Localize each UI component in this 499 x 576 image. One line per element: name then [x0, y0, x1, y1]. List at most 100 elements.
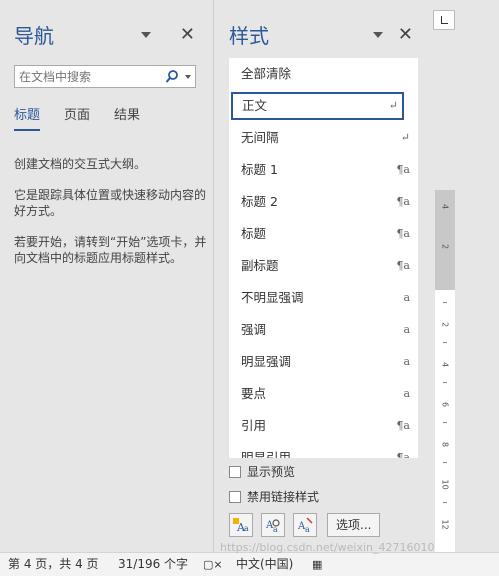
linked-style-icon: ¶a — [396, 451, 410, 458]
proofing-icon[interactable]: ▢⨯ — [203, 553, 223, 576]
ruler-number: 2 — [440, 243, 450, 250]
paragraph-mark-icon: ↵ — [388, 99, 398, 112]
close-icon[interactable]: ✕ — [398, 23, 413, 47]
show-preview-option[interactable]: 显示预览 — [229, 463, 295, 480]
style-item-subtle-emphasis[interactable]: 不明显强调 a — [229, 284, 418, 312]
svg-text:a: a — [244, 524, 249, 533]
style-item-label: 明显强调 — [241, 354, 292, 369]
search-input[interactable] — [15, 66, 155, 88]
styles-pane: 样式 ✕ 全部清除 正文 ↵ 无间隔 ↵ 标题 1 ¶a 标题 2 ¶a 标题 … — [215, 0, 431, 552]
ruler-number: 6 — [440, 401, 450, 408]
style-item-heading-1[interactable]: 标题 1 ¶a — [229, 156, 418, 184]
status-bar: 第 4 页，共 4 页 31/196 个字 ▢⨯ 中文(中国) ▦ — [0, 552, 499, 576]
linked-style-icon: ¶a — [396, 163, 410, 176]
search-icon[interactable] — [165, 69, 179, 85]
linked-style-icon: ¶a — [396, 227, 410, 240]
ruler-tick — [443, 302, 447, 303]
style-item-subtitle[interactable]: 副标题 ¶a — [229, 252, 418, 280]
style-list: 全部清除 正文 ↵ 无间隔 ↵ 标题 1 ¶a 标题 2 ¶a 标题 ¶a 副标… — [229, 58, 418, 458]
help-paragraph: 它是跟踪具体位置或快速移动内容的好方式。 — [14, 188, 207, 218]
style-item-heading-2[interactable]: 标题 2 ¶a — [229, 188, 418, 216]
search-field[interactable] — [14, 65, 196, 88]
help-paragraph: 创建文档的交互式大纲。 — [14, 157, 147, 171]
show-preview-checkbox[interactable] — [229, 465, 241, 478]
macro-record-icon[interactable]: ▦ — [312, 553, 322, 576]
style-item-label: 强调 — [241, 322, 267, 337]
disable-linked-styles-label: 禁用链接样式 — [247, 490, 320, 504]
options-button[interactable]: 选项... — [327, 513, 381, 537]
show-preview-label: 显示预览 — [247, 465, 296, 479]
tab-headings[interactable]: 标题 — [14, 104, 41, 131]
styles-button-row: A a A a A a 选项... — [229, 513, 381, 537]
tab-pages[interactable]: 页面 — [64, 104, 90, 131]
style-inspector-icon: A a — [265, 519, 280, 534]
vertical-ruler-area: 4 2 2 4 6 8 10 12 — [431, 0, 499, 552]
ruler-number: 4 — [440, 203, 450, 210]
ruler-number: 12 — [440, 519, 450, 530]
ruler-tick — [443, 382, 447, 383]
style-inspector-button[interactable]: A a — [261, 513, 285, 537]
character-style-icon: a — [403, 323, 410, 336]
ruler-number: 2 — [440, 321, 450, 328]
style-item-label: 引用 — [241, 418, 267, 433]
ruler-number: 4 — [440, 361, 450, 368]
pane-options-icon[interactable] — [141, 32, 151, 38]
disable-linked-styles-checkbox[interactable] — [229, 490, 241, 503]
style-item-label: 要点 — [241, 386, 267, 401]
page-count[interactable]: 第 4 页，共 4 页 — [8, 553, 99, 576]
help-paragraph: 若要开始，请转到“开始”选项卡，并向文档中的标题应用标题样式。 — [14, 235, 207, 265]
navigation-help-text: 创建文档的交互式大纲。 它是跟踪具体位置或快速移动内容的好方式。 若要开始，请转… — [14, 156, 210, 281]
manage-styles-button[interactable]: A a — [293, 513, 317, 537]
linked-style-icon: ¶a — [396, 419, 410, 432]
character-style-icon: a — [403, 291, 410, 304]
style-item-label: 无间隔 — [241, 130, 279, 145]
style-item-intense-emphasis[interactable]: 明显强调 a — [229, 348, 418, 376]
style-item-label: 副标题 — [241, 258, 279, 273]
close-icon[interactable]: ✕ — [180, 23, 195, 47]
character-style-icon: a — [403, 355, 410, 368]
ruler-tick — [443, 422, 447, 423]
style-item-strong[interactable]: 要点 a — [229, 380, 418, 408]
tab-selector-icon[interactable] — [433, 10, 455, 30]
style-item-label: 正文 — [242, 98, 268, 113]
style-item-label: 明显引用 — [241, 450, 292, 458]
language[interactable]: 中文(中国) — [236, 553, 293, 576]
style-item-label: 全部清除 — [241, 66, 292, 81]
navigation-title: 导航 — [14, 24, 54, 48]
style-item-clear-all[interactable]: 全部清除 — [229, 60, 418, 88]
ruler-tick — [443, 462, 447, 463]
linked-style-icon: ¶a — [396, 259, 410, 272]
pane-options-icon[interactable] — [373, 32, 383, 38]
styles-title: 样式 — [229, 24, 269, 48]
style-item-normal[interactable]: 正文 ↵ — [231, 92, 404, 120]
style-item-label: 标题 — [241, 226, 267, 241]
svg-text:a: a — [305, 525, 310, 534]
disable-linked-styles-option[interactable]: 禁用链接样式 — [229, 488, 319, 505]
tab-results[interactable]: 结果 — [114, 104, 140, 131]
style-item-no-spacing[interactable]: 无间隔 ↵ — [229, 124, 418, 152]
style-item-label: 标题 1 — [241, 162, 278, 177]
manage-styles-icon: A a — [297, 517, 313, 534]
navigation-pane: 导航 ✕ 标题 页面 结果 创建文档的交互式大纲。 它是跟踪具体位置或快速移动内… — [0, 0, 214, 552]
style-item-title[interactable]: 标题 ¶a — [229, 220, 418, 248]
ruler-number: 10 — [440, 479, 450, 490]
vertical-ruler[interactable]: 4 2 2 4 6 8 10 12 — [435, 190, 455, 552]
paragraph-mark-icon: ↵ — [400, 131, 410, 144]
navigation-header: 导航 ✕ — [14, 18, 203, 54]
watermark: https://blog.csdn.net/weixin_42716010 — [220, 541, 435, 554]
style-item-emphasis[interactable]: 强调 a — [229, 316, 418, 344]
navigation-tabs: 标题 页面 结果 — [14, 104, 140, 131]
style-item-quote[interactable]: 引用 ¶a — [229, 412, 418, 440]
linked-style-icon: ¶a — [396, 195, 410, 208]
style-item-label: 不明显强调 — [241, 290, 304, 305]
new-style-icon: A a — [233, 518, 249, 534]
search-dropdown-icon[interactable] — [185, 75, 191, 79]
style-item-intense-quote[interactable]: 明显引用 ¶a — [229, 444, 418, 458]
ruler-number: 8 — [440, 441, 450, 448]
character-style-icon: a — [403, 387, 410, 400]
word-count[interactable]: 31/196 个字 — [118, 553, 188, 576]
style-item-label: 标题 2 — [241, 194, 278, 209]
ruler-tick — [443, 342, 447, 343]
styles-header: 样式 ✕ — [229, 18, 421, 54]
new-style-button[interactable]: A a — [229, 513, 253, 537]
